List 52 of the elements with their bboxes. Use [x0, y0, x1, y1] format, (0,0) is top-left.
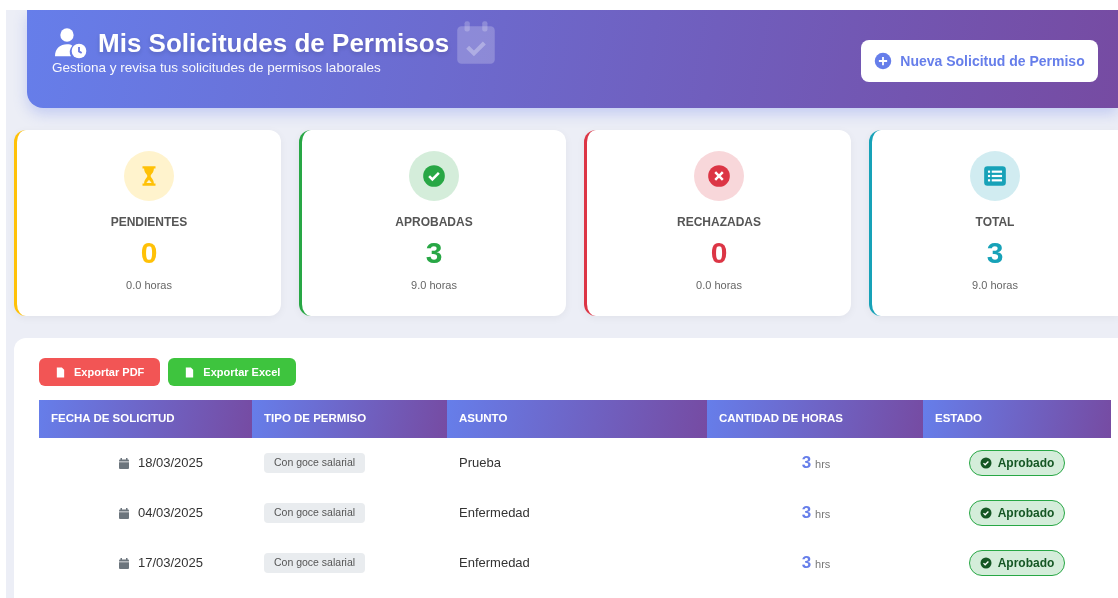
file-icon	[184, 365, 196, 379]
subject-text: Enfermedad	[459, 504, 530, 523]
column-header: FECHA DE SOLICITUD	[39, 400, 252, 438]
stat-hours: 9.0 horas	[972, 278, 1018, 293]
permit-type-tag: Con goce salarial	[264, 553, 366, 573]
status-badge: Aprobado	[968, 550, 1066, 576]
date-text: 18/03/2025	[137, 454, 204, 473]
column-header: CANTIDAD DE HORAS	[707, 400, 923, 438]
hours-unit: hrs	[815, 557, 831, 573]
hours-value: 3	[801, 452, 812, 475]
calendar-icon	[117, 456, 130, 470]
calendar-icon	[117, 556, 130, 570]
stat-value: 0	[710, 235, 728, 271]
hours-unit: hrs	[815, 457, 831, 473]
plus-circle-icon	[874, 52, 893, 70]
column-header: ESTADO	[923, 400, 1111, 438]
file-icon	[55, 365, 66, 379]
check-circle-icon	[979, 507, 992, 519]
stat-hours: 0.0 horas	[696, 278, 742, 293]
stat-label: TOTAL	[975, 214, 1015, 231]
stat-value: 0	[140, 235, 158, 271]
hours-value: 3	[801, 502, 812, 525]
date-text: 04/03/2025	[137, 504, 204, 523]
hours-unit: hrs	[815, 507, 831, 523]
stat-hours: 0.0 horas	[126, 278, 172, 293]
stat-label: RECHAZADAS	[677, 214, 761, 231]
page-title: Mis Solicitudes de Permisos	[98, 29, 450, 57]
stat-label: PENDIENTES	[110, 214, 188, 231]
calendar-icon	[117, 506, 130, 520]
new-request-button[interactable]: Nueva Solicitud de Permiso	[861, 40, 1098, 82]
date-text: 17/03/2025	[137, 554, 204, 573]
x-circle-icon	[706, 163, 732, 189]
hours-value: 3	[801, 552, 812, 575]
stat-hours: 9.0 horas	[411, 278, 457, 293]
stat-value: 3	[986, 235, 1004, 271]
check-circle-icon	[979, 557, 992, 569]
list-icon	[982, 163, 1008, 189]
permit-type-tag: Con goce salarial	[264, 453, 366, 473]
check-circle-icon	[421, 163, 447, 189]
check-circle-icon	[979, 457, 992, 469]
status-badge: Aprobado	[968, 450, 1066, 476]
subject-text: Prueba	[459, 454, 501, 473]
export-pdf-button[interactable]: Exportar PDF	[39, 358, 161, 386]
export-excel-button[interactable]: Exportar Excel	[168, 358, 297, 386]
stat-value: 3	[425, 235, 443, 271]
stat-label: APROBADAS	[395, 214, 473, 231]
permit-type-tag: Con goce salarial	[264, 503, 366, 523]
column-header: TIPO DE PERMISO	[252, 400, 447, 438]
page-subtitle: Gestiona y revisa tus solicitudes de permisos laborales	[52, 59, 382, 77]
status-badge: Aprobado	[968, 500, 1066, 526]
subject-text: Enfermedad	[459, 554, 530, 573]
column-header: ASUNTO	[447, 400, 707, 438]
